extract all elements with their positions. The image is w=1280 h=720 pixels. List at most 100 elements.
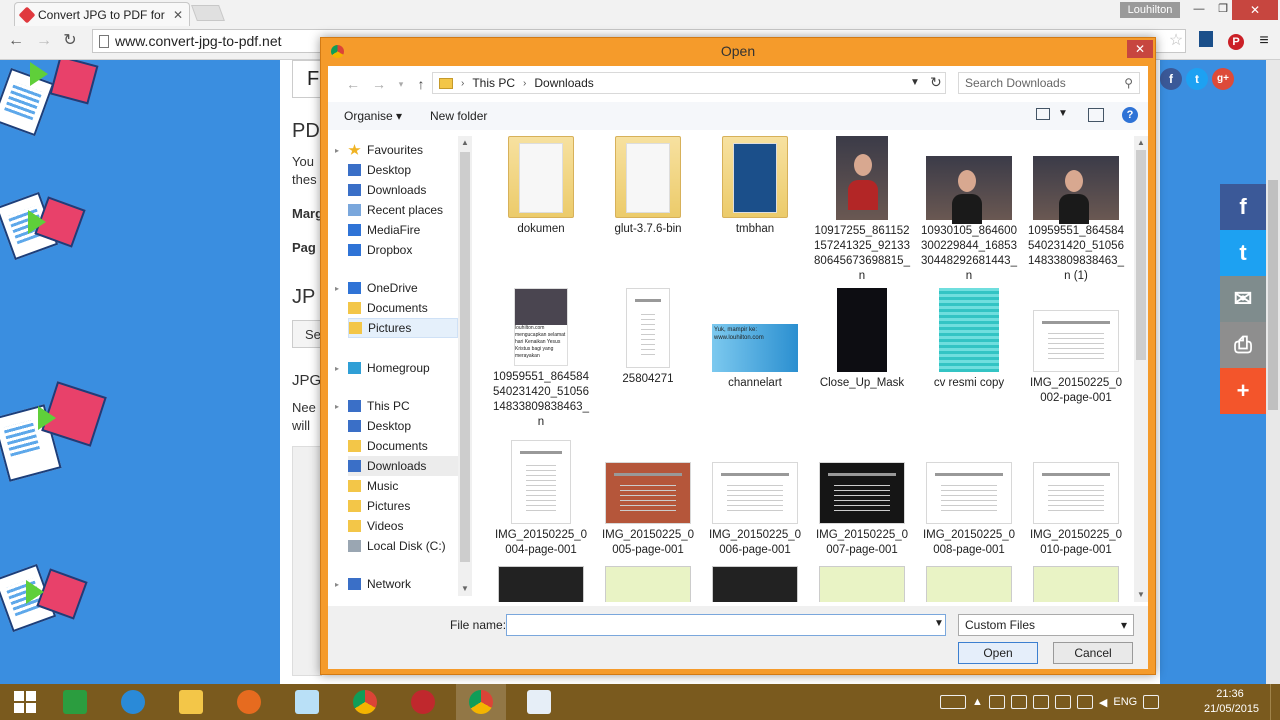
tray-app-icon[interactable]: [1010, 695, 1027, 709]
minimize-icon[interactable]: —: [1186, 0, 1212, 18]
nav-item-videos[interactable]: Videos: [348, 516, 458, 536]
nav-item-documents[interactable]: Documents: [348, 436, 458, 456]
file-item[interactable]: IMG_20150225_0007-page-001: [809, 440, 915, 558]
nav-item-documents[interactable]: Documents: [348, 298, 458, 318]
help-icon[interactable]: ?: [1122, 107, 1138, 123]
facebook-icon[interactable]: f: [1160, 68, 1182, 90]
open-button[interactable]: Open: [958, 642, 1038, 664]
cancel-button[interactable]: Cancel: [1053, 642, 1133, 664]
network-icon[interactable]: [1076, 695, 1093, 709]
show-desktop-button[interactable]: [1270, 684, 1280, 720]
nav-item-desktop[interactable]: Desktop: [348, 160, 458, 180]
location-path[interactable]: › This PC › Downloads: [432, 72, 946, 94]
back-icon[interactable]: ←: [6, 31, 26, 51]
file-thumbnail-partial[interactable]: [498, 566, 584, 602]
file-item[interactable]: dokumen: [488, 136, 594, 237]
forward-icon[interactable]: →: [370, 75, 388, 93]
twitter-icon[interactable]: t: [1186, 68, 1208, 90]
taskbar-chrome[interactable]: [340, 684, 390, 720]
nav-item-music[interactable]: Music: [348, 476, 458, 496]
start-button[interactable]: [0, 684, 50, 720]
file-item[interactable]: louhilton.com mengucapkan selamat hari K…: [488, 288, 594, 430]
taskbar-document[interactable]: [514, 684, 564, 720]
file-thumbnail-partial[interactable]: [926, 566, 1012, 602]
file-item[interactable]: Close_Up_Mask: [809, 288, 915, 391]
breadcrumb-this-pc[interactable]: This PC: [472, 76, 515, 90]
nav-item-homegroup[interactable]: ▸ Homegroup: [332, 358, 458, 378]
nav-item-favourites[interactable]: ▸ Favourites: [332, 140, 458, 160]
volume-icon[interactable]: ◀: [1099, 696, 1107, 709]
chevron-up-icon[interactable]: ▲: [972, 696, 983, 708]
expand-icon[interactable]: ▸: [332, 402, 342, 411]
expand-icon[interactable]: ▸: [332, 146, 342, 155]
expand-icon[interactable]: ▸: [332, 364, 342, 373]
nav-item-network[interactable]: ▸ Network: [332, 574, 458, 594]
preview-pane-icon[interactable]: [1088, 108, 1104, 122]
menu-icon[interactable]: ≡: [1254, 31, 1274, 51]
file-item[interactable]: IMG_20150225_0010-page-001: [1023, 440, 1129, 558]
file-thumbnail-partial[interactable]: [1033, 566, 1119, 602]
new-tab-button[interactable]: [191, 5, 225, 21]
nav-item-this-pc[interactable]: ▸ This PC: [332, 396, 458, 416]
more-share-icon[interactable]: +: [1220, 368, 1266, 414]
file-item[interactable]: glut-3.7.6-bin: [595, 136, 701, 237]
clock[interactable]: 21:36 21/05/2015: [1204, 687, 1259, 717]
mail-share-icon[interactable]: ✉: [1220, 276, 1266, 322]
google-plus-icon[interactable]: g+: [1212, 68, 1234, 90]
nav-item-downloads[interactable]: Downloads: [348, 180, 458, 200]
taskbar-store[interactable]: [50, 684, 100, 720]
window-user-badge[interactable]: Louhilton: [1120, 2, 1180, 18]
file-item[interactable]: 10959551_864584540231420_510561483380983…: [1023, 136, 1129, 284]
taskbar-ie[interactable]: [108, 684, 158, 720]
expand-icon[interactable]: ▸: [332, 284, 342, 293]
extension-icon[interactable]: [1196, 31, 1216, 51]
nav-item-onedrive[interactable]: ▸ OneDrive: [332, 278, 458, 298]
file-list-scrollbar[interactable]: ▲ ▼: [1134, 136, 1148, 602]
tray-app-icon[interactable]: [988, 695, 1005, 709]
breadcrumb-downloads[interactable]: Downloads: [534, 76, 593, 90]
print-icon[interactable]: ⎙: [1220, 322, 1266, 368]
pinterest-icon[interactable]: P: [1226, 31, 1246, 51]
reload-icon[interactable]: ↻: [60, 31, 80, 51]
file-item[interactable]: IMG_20150225_0004-page-001: [488, 440, 594, 558]
file-item[interactable]: 10930105_864600300229844_168533044829268…: [916, 136, 1022, 284]
language-indicator[interactable]: ENG: [1113, 696, 1137, 708]
file-item[interactable]: Yuk, mampir ke: www.louhilton.com channel…: [702, 288, 808, 391]
nav-item-recent-places[interactable]: Recent places: [348, 200, 458, 220]
recent-dropdown-icon[interactable]: ▾: [392, 75, 410, 93]
refresh-icon[interactable]: ↻: [930, 74, 942, 91]
taskbar-chrome-active[interactable]: [456, 684, 506, 720]
taskbar-firefox[interactable]: [224, 684, 274, 720]
file-item[interactable]: cv resmi copy: [916, 288, 1022, 391]
file-item[interactable]: 10917255_861152157241325_921338064567369…: [809, 136, 915, 284]
nav-item-pictures[interactable]: Pictures: [348, 318, 458, 338]
page-scrollbar[interactable]: [1266, 60, 1280, 684]
search-input[interactable]: Search Downloads ⚲: [958, 72, 1140, 94]
keyboard-icon[interactable]: [940, 695, 966, 709]
nav-item-local-disk-c[interactable]: Local Disk (C:): [348, 536, 458, 556]
view-options-icon[interactable]: [1036, 108, 1050, 120]
forward-icon[interactable]: →: [34, 31, 54, 51]
file-thumbnail-partial[interactable]: [819, 566, 905, 602]
file-item[interactable]: IMG_20150225_0005-page-001: [595, 440, 701, 558]
tab-close-icon[interactable]: ✕: [173, 8, 183, 22]
nav-item-pictures[interactable]: Pictures: [348, 496, 458, 516]
dialog-close-icon[interactable]: ✕: [1127, 40, 1153, 58]
bookmark-star-icon[interactable]: ☆: [1166, 31, 1186, 51]
taskbar-app[interactable]: [282, 684, 332, 720]
nav-item-dropbox[interactable]: Dropbox: [348, 240, 458, 260]
file-item[interactable]: IMG_20150225_0008-page-001: [916, 440, 1022, 558]
nav-item-downloads[interactable]: Downloads: [348, 456, 458, 476]
file-name-input[interactable]: [506, 614, 946, 636]
up-icon[interactable]: ↑: [412, 75, 430, 93]
new-folder-button[interactable]: New folder: [430, 109, 487, 123]
twitter-share-icon[interactable]: t: [1220, 230, 1266, 276]
nav-item-desktop[interactable]: Desktop: [348, 416, 458, 436]
tray-app-icon[interactable]: [1054, 695, 1071, 709]
taskbar-download-manager[interactable]: [398, 684, 448, 720]
facebook-share-icon[interactable]: f: [1220, 184, 1266, 230]
organise-menu[interactable]: Organise ▾: [344, 109, 402, 123]
chevron-down-icon[interactable]: ▼: [1058, 108, 1068, 119]
chevron-down-icon[interactable]: ▼: [910, 77, 920, 88]
tray-app-icon[interactable]: [1032, 695, 1049, 709]
